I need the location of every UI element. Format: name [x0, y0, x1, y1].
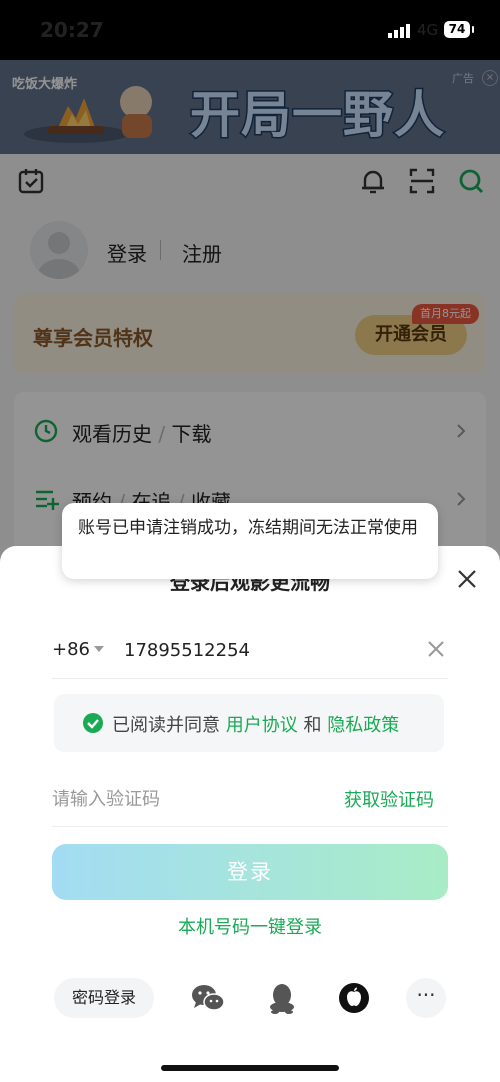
user-agreement-link[interactable]: 用户协议 [226, 715, 298, 736]
checkbox-checked-icon[interactable] [82, 712, 104, 734]
apple-icon[interactable] [334, 978, 374, 1018]
password-login-button[interactable]: 密码登录 [54, 978, 154, 1018]
country-code-select[interactable]: +86 [52, 639, 90, 660]
battery-tip [472, 26, 474, 33]
divider [52, 826, 448, 827]
toast-message: 账号已申请注销成功，冻结期间无法正常使用 [78, 518, 418, 538]
agreement-text: 已阅读并同意 用户协议 和 隐私政策 [112, 711, 399, 737]
clear-icon[interactable] [426, 639, 446, 659]
battery-icon: 74 [444, 21, 470, 38]
one-key-login-link[interactable]: 本机号码一键登录 [0, 913, 500, 939]
divider [52, 678, 448, 679]
network-type: 4G [417, 21, 439, 39]
qq-icon[interactable] [262, 978, 302, 1018]
close-icon[interactable] [456, 568, 478, 590]
signal-icon [388, 24, 410, 38]
login-button[interactable]: 登录 [52, 844, 448, 900]
more-options-button[interactable]: ··· [406, 978, 446, 1018]
verification-code-input[interactable] [52, 785, 312, 813]
agreement-prefix: 已阅读并同意 [112, 715, 220, 736]
status-time: 20:27 [40, 18, 104, 42]
wechat-icon[interactable] [188, 978, 228, 1018]
home-indicator [161, 1065, 339, 1071]
privacy-policy-link[interactable]: 隐私政策 [327, 715, 399, 736]
caret-down-icon[interactable] [94, 646, 104, 652]
agreement-and: 和 [303, 715, 322, 736]
phone-input[interactable] [124, 636, 414, 664]
get-code-button[interactable]: 获取验证码 [344, 786, 434, 812]
